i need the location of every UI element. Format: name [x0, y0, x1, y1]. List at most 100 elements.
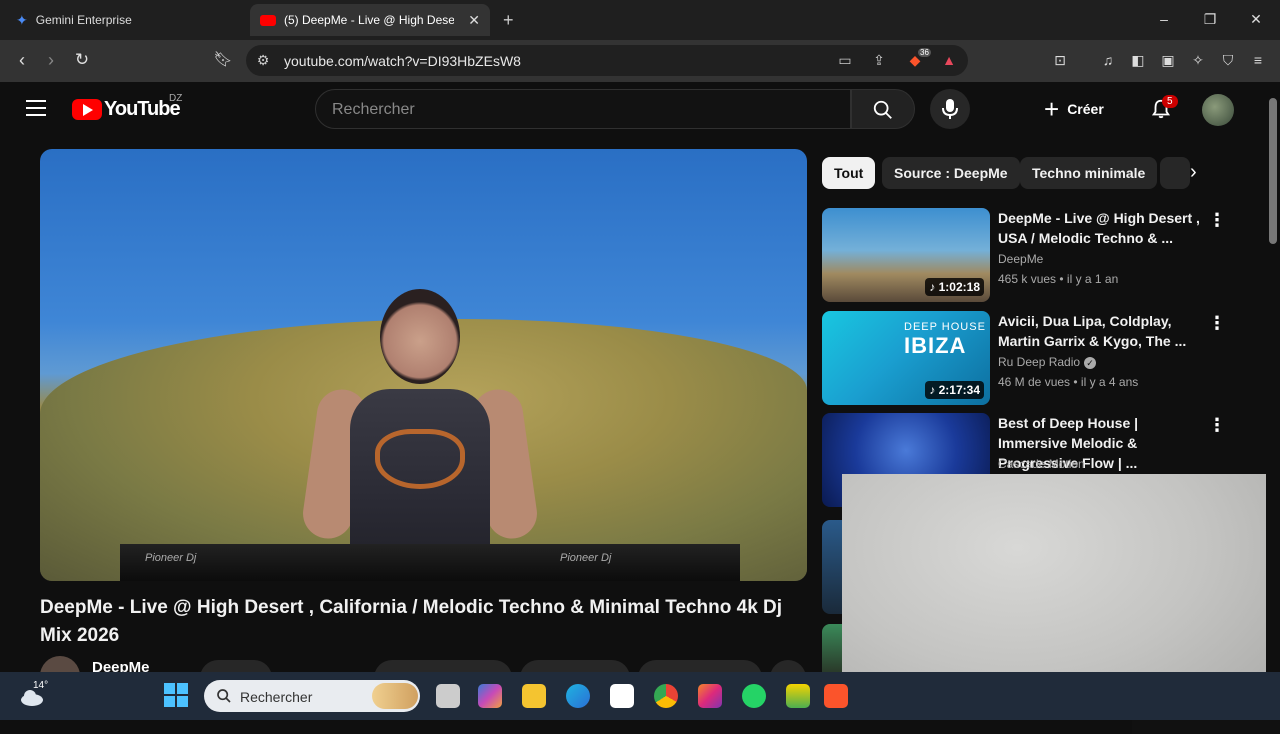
browser-tab-strip: ✦ Gemini Enterprise (5) DeepMe - Live @ …	[0, 0, 1280, 40]
weather-temperature: 14°	[33, 680, 49, 691]
whatsapp-icon[interactable]	[742, 684, 766, 708]
reader-mode-icon[interactable]: ⊡	[1050, 52, 1070, 69]
task-view-icon[interactable]	[436, 684, 460, 708]
video-title[interactable]: DeepMe - Live @ High Desert , USA / Melo…	[998, 208, 1206, 248]
video-title[interactable]: Avicii, Dua Lipa, Coldplay, Martin Garri…	[998, 311, 1206, 351]
shield-count-badge: 36	[918, 48, 931, 57]
restore-icon[interactable]: ❐	[1200, 11, 1220, 28]
brave-rewards-icon[interactable]: ▲	[940, 52, 958, 68]
forward-icon[interactable]: ›	[40, 50, 62, 71]
share-icon[interactable]: ⇪	[870, 52, 888, 69]
video-thumbnail[interactable]: DEEP HOUSE IBIZA ♪ 2:17:34	[822, 311, 990, 405]
scrollbar-thumb[interactable]	[1269, 98, 1277, 244]
instagram-icon[interactable]	[698, 684, 722, 708]
video-player[interactable]: Pioneer Dj Pioneer Dj	[40, 149, 807, 581]
close-tab-icon[interactable]: ✕	[468, 12, 480, 29]
site-settings-icon[interactable]: ⚙	[254, 52, 272, 69]
taskbar-search-input[interactable]: Rechercher	[204, 680, 420, 712]
search-icon	[873, 100, 892, 119]
media-icon[interactable]: ♫	[1098, 52, 1118, 68]
youtube-logo-icon[interactable]	[72, 99, 102, 120]
microsoft-365-icon[interactable]	[478, 684, 502, 708]
gemini-icon: ✦	[16, 11, 28, 28]
thumbnail-text: IBIZA	[904, 333, 967, 358]
menu-icon[interactable]: ≡	[1248, 52, 1268, 68]
bluestacks-icon[interactable]	[786, 684, 810, 708]
create-button[interactable]: + Créer	[1044, 89, 1104, 129]
more-options-icon[interactable]: ⋮	[1208, 313, 1226, 334]
file-explorer-icon[interactable]	[522, 684, 546, 708]
plus-icon: +	[1044, 93, 1060, 124]
recommended-video[interactable]: DEEP HOUSE IBIZA ♪ 2:17:34 Avicii, Dua L…	[822, 311, 1232, 405]
wallet-icon[interactable]: ▣	[1158, 52, 1178, 69]
channel-name[interactable]: Ru Deep Radio ✓	[998, 355, 1097, 369]
new-tab-icon[interactable]: +	[503, 10, 514, 31]
share-button[interactable]	[520, 660, 630, 672]
minimize-icon[interactable]: –	[1154, 11, 1174, 27]
deck-brand-left: Pioneer Dj	[145, 552, 197, 564]
edge-icon[interactable]	[566, 684, 590, 708]
microphone-icon	[942, 99, 958, 119]
tab-title: (5) DeepMe - Live @ High Deser	[284, 13, 454, 27]
page-scrollbar[interactable]	[1266, 82, 1280, 672]
more-options-icon[interactable]: ⋮	[1208, 415, 1226, 436]
more-options-icon[interactable]: ⋮	[1208, 210, 1226, 231]
youtube-icon	[260, 14, 276, 26]
channel-name[interactable]: DeepMe	[92, 659, 150, 672]
channel-row: DeepMe	[40, 656, 810, 672]
thumbnail-text: DEEP HOUSE	[904, 321, 986, 333]
video-duration: ♪ 1:02:18	[925, 278, 984, 296]
tab-youtube[interactable]: (5) DeepMe - Live @ High Deser ✕	[250, 4, 490, 36]
chip-source-deepme[interactable]: Source : DeepMe	[882, 157, 1020, 189]
leo-ai-icon[interactable]: ✧	[1188, 52, 1208, 69]
chrome-icon[interactable]	[654, 684, 678, 708]
chip-all[interactable]: Tout	[822, 157, 876, 189]
hamburger-menu-icon[interactable]	[26, 100, 46, 116]
chevron-right-icon[interactable]: ›	[1190, 161, 1197, 184]
chip-minimal-techno[interactable]: Techno minimale	[1020, 157, 1158, 189]
search-button[interactable]	[851, 89, 915, 129]
channel-name[interactable]: Cascade Motion	[998, 457, 1085, 471]
save-button[interactable]	[638, 660, 762, 672]
chip-hidden[interactable]	[1160, 157, 1190, 189]
vpn-icon[interactable]: ⛉	[1218, 52, 1238, 69]
video-duration: ♪ 2:17:34	[925, 381, 984, 399]
like-dislike-button[interactable]	[374, 660, 512, 672]
windows-start-icon[interactable]	[164, 683, 188, 707]
video-thumbnail[interactable]: ♪ 1:02:18	[822, 208, 990, 302]
music-note-icon: ♪	[929, 383, 939, 397]
voice-search-button[interactable]	[930, 89, 970, 129]
deck-brand-right: Pioneer Dj	[560, 552, 612, 564]
video-scene-dj-deck: Pioneer Dj Pioneer Dj	[120, 544, 740, 581]
verified-check-icon: ✓	[1084, 357, 1097, 369]
video-thumbnail[interactable]	[822, 624, 842, 672]
channel-avatar[interactable]	[40, 656, 80, 672]
windows-taskbar: 14° Rechercher	[0, 672, 1280, 720]
brave-browser-icon[interactable]	[824, 684, 848, 708]
back-icon[interactable]: ‹	[11, 50, 33, 71]
video-meta: 465 k vues • il y a 1 an	[998, 272, 1119, 286]
tab-gemini[interactable]: ✦ Gemini Enterprise	[8, 4, 248, 36]
url-text[interactable]: youtube.com/watch?v=DI93HbZEsW8	[284, 53, 521, 69]
sidebar-icon[interactable]: ◧	[1128, 52, 1148, 69]
taskbar-search-placeholder: Rechercher	[240, 689, 313, 705]
address-bar[interactable]: ⚙ youtube.com/watch?v=DI93HbZEsW8 ▭ ⇪ ◆ …	[246, 45, 968, 76]
video-title: DeepMe - Live @ High Desert , California…	[40, 597, 783, 646]
search-icon	[217, 689, 231, 703]
window-close-icon[interactable]: ✕	[1246, 11, 1266, 28]
bookmark-icon[interactable]: 🔖︎	[212, 50, 234, 68]
channel-name[interactable]: DeepMe	[998, 252, 1043, 266]
video-thumbnail[interactable]	[822, 520, 842, 614]
subscribe-button[interactable]	[200, 660, 272, 672]
cast-icon[interactable]: ▭	[836, 52, 854, 69]
search-input[interactable]: Rechercher	[315, 89, 851, 129]
more-actions-button[interactable]	[770, 660, 806, 672]
microsoft-store-icon[interactable]	[610, 684, 634, 708]
user-avatar[interactable]	[1202, 94, 1234, 126]
search-highlight-icon	[372, 683, 418, 709]
reload-icon[interactable]: ↻	[71, 50, 93, 70]
recommended-video[interactable]: ♪ 1:02:18 DeepMe - Live @ High Desert , …	[822, 208, 1232, 302]
youtube-header: YouTube DZ Rechercher + Créer 5	[0, 82, 1265, 138]
browser-toolbar: ‹ › ↻ 🔖︎ ⚙ youtube.com/watch?v=DI93HbZEs…	[0, 40, 1280, 82]
tab-title: Gemini Enterprise	[35, 13, 132, 27]
